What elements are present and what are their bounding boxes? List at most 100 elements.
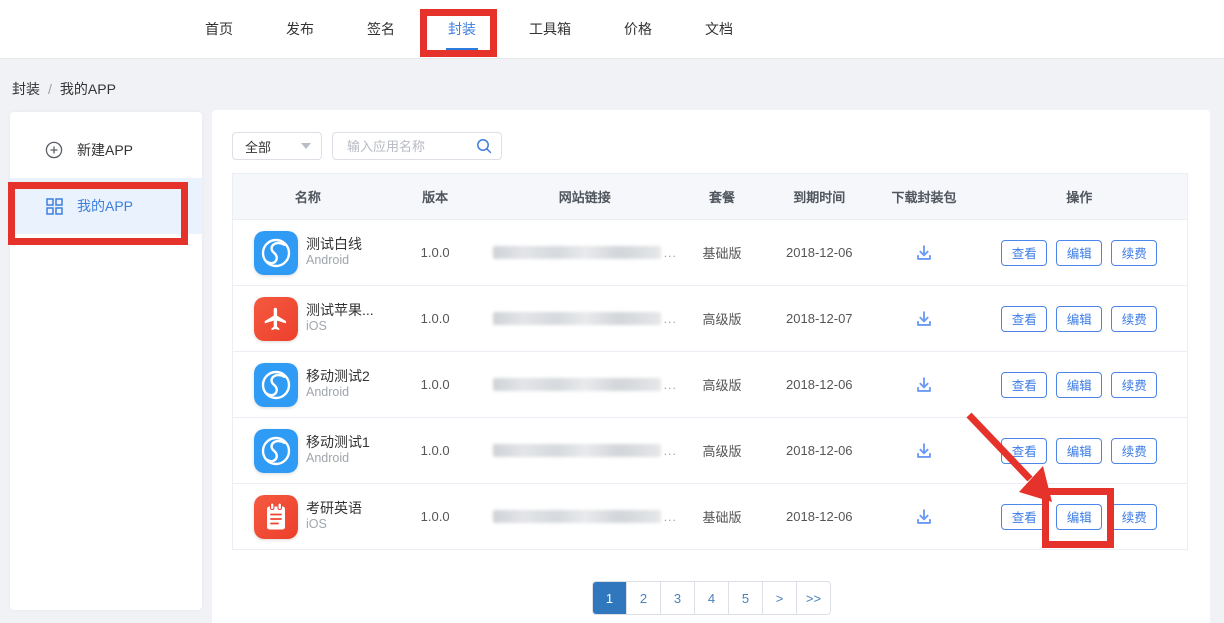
download-icon[interactable]: [912, 307, 936, 331]
search-icon[interactable]: [475, 137, 493, 155]
app-version: 1.0.0: [383, 509, 488, 524]
filter-row: 全部: [232, 132, 502, 160]
main-panel: 全部 名称 版本 网站链接 套餐 到期时间 下载封装包 操作: [212, 110, 1210, 623]
search-input[interactable]: [345, 138, 475, 155]
table-row: 移动测试2 Android 1.0.0 ... 高级版 2018-12-06 查…: [233, 352, 1187, 418]
sidebar-item-label: 新建APP: [77, 140, 133, 160]
view-button[interactable]: 查看: [1001, 438, 1047, 464]
expiry-date: 2018-12-07: [762, 311, 877, 326]
plan-label: 高级版: [682, 309, 762, 328]
plan-label: 高级版: [682, 375, 762, 394]
page-5[interactable]: 5: [729, 582, 763, 614]
edit-button[interactable]: 编辑: [1056, 240, 1102, 266]
nav-item-publish[interactable]: 发布: [286, 13, 314, 45]
table-row: 测试苹果... iOS 1.0.0 ... 高级版 2018-12-07 查看 …: [233, 286, 1187, 352]
nav-item-price[interactable]: 价格: [624, 13, 652, 45]
nav-menu: 首页 发布 签名 封装 工具箱 价格 文档: [0, 0, 1224, 58]
view-button[interactable]: 查看: [1001, 372, 1047, 398]
col-header-plan: 套餐: [682, 187, 762, 206]
top-navbar: 首页 发布 签名 封装 工具箱 价格 文档: [0, 0, 1224, 59]
app-version: 1.0.0: [383, 377, 488, 392]
edit-button[interactable]: 编辑: [1056, 306, 1102, 332]
page: 首页 发布 签名 封装 工具箱 价格 文档 封装/我的APP 新建APP 我的A…: [0, 0, 1224, 623]
breadcrumb-parent[interactable]: 封装: [12, 81, 40, 97]
nav-item-toolbox[interactable]: 工具箱: [529, 13, 571, 45]
col-header-expiry: 到期时间: [762, 187, 877, 206]
page-3[interactable]: 3: [661, 582, 695, 614]
nav-item-package-active[interactable]: 封装: [448, 13, 476, 45]
table-row: 移动测试1 Android 1.0.0 ... 高级版 2018-12-06 查…: [233, 418, 1187, 484]
col-header-name: 名称: [233, 187, 383, 206]
app-version: 1.0.0: [383, 245, 488, 260]
grid-icon: [45, 197, 63, 215]
website-link-redacted: ...: [488, 510, 683, 524]
s-logo-app-icon: [254, 231, 298, 275]
renew-button[interactable]: 续费: [1111, 240, 1157, 266]
nav-item-sign[interactable]: 签名: [367, 13, 395, 45]
s-logo-app-icon: [254, 429, 298, 473]
s-logo-app-icon: [254, 363, 298, 407]
page-4[interactable]: 4: [695, 582, 729, 614]
view-button[interactable]: 查看: [1001, 240, 1047, 266]
app-name: 测试苹果...: [306, 302, 374, 320]
renew-button[interactable]: 续费: [1111, 504, 1157, 530]
download-icon[interactable]: [912, 505, 936, 529]
page-next[interactable]: >: [763, 582, 797, 614]
expiry-date: 2018-12-06: [762, 377, 877, 392]
notepad-app-icon: [254, 495, 298, 539]
app-version: 1.0.0: [383, 311, 488, 326]
renew-button[interactable]: 续费: [1111, 372, 1157, 398]
app-platform: Android: [306, 253, 362, 269]
sidebar-item-label: 我的APP: [77, 196, 133, 216]
page-1[interactable]: 1: [593, 582, 627, 614]
app-platform: Android: [306, 385, 370, 401]
page-2[interactable]: 2: [627, 582, 661, 614]
app-platform: Android: [306, 451, 370, 467]
app-name: 考研英语: [306, 500, 362, 518]
download-icon[interactable]: [912, 373, 936, 397]
search-box: [332, 132, 502, 160]
expiry-date: 2018-12-06: [762, 509, 877, 524]
view-button[interactable]: 查看: [1001, 306, 1047, 332]
chevron-down-icon: [301, 143, 311, 149]
plan-label: 基础版: [682, 507, 762, 526]
category-select[interactable]: 全部: [232, 132, 322, 160]
expiry-date: 2018-12-06: [762, 443, 877, 458]
page-last[interactable]: >>: [797, 582, 830, 614]
website-link-redacted: ...: [488, 378, 683, 392]
plan-label: 基础版: [682, 243, 762, 262]
nav-item-docs[interactable]: 文档: [705, 13, 733, 45]
nav-item-home[interactable]: 首页: [205, 13, 233, 45]
download-icon[interactable]: [912, 241, 936, 265]
plus-circle-icon: [45, 141, 63, 159]
plane-app-icon: [254, 297, 298, 341]
sidebar-item-new-app[interactable]: 新建APP: [10, 122, 202, 178]
apps-table: 名称 版本 网站链接 套餐 到期时间 下载封装包 操作 测试白线 Android…: [232, 173, 1188, 550]
expiry-date: 2018-12-06: [762, 245, 877, 260]
edit-button[interactable]: 编辑: [1056, 372, 1102, 398]
website-link-redacted: ...: [488, 444, 683, 458]
col-header-download: 下载封装包: [877, 187, 972, 206]
col-header-actions: 操作: [971, 187, 1187, 206]
sidebar: 新建APP 我的APP: [10, 112, 202, 610]
website-link-redacted: ...: [488, 246, 683, 260]
view-button[interactable]: 查看: [1001, 504, 1047, 530]
app-name: 测试白线: [306, 236, 362, 254]
edit-button-highlighted[interactable]: 编辑: [1056, 504, 1102, 530]
app-version: 1.0.0: [383, 443, 488, 458]
website-link-redacted: ...: [488, 312, 683, 326]
download-icon[interactable]: [912, 439, 936, 463]
sidebar-item-my-app[interactable]: 我的APP: [10, 178, 202, 234]
table-header: 名称 版本 网站链接 套餐 到期时间 下载封装包 操作: [233, 174, 1187, 220]
breadcrumb-current: 我的APP: [60, 81, 116, 97]
renew-button[interactable]: 续费: [1111, 438, 1157, 464]
pagination: 1 2 3 4 5 > >>: [592, 581, 831, 615]
col-header-version: 版本: [383, 187, 488, 206]
edit-button[interactable]: 编辑: [1056, 438, 1102, 464]
app-platform: iOS: [306, 319, 374, 335]
app-name: 移动测试2: [306, 368, 370, 386]
category-select-value: 全部: [245, 137, 271, 156]
table-row: 考研英语 iOS 1.0.0 ... 基础版 2018-12-06 查看 编辑 …: [233, 484, 1187, 549]
renew-button[interactable]: 续费: [1111, 306, 1157, 332]
breadcrumb: 封装/我的APP: [12, 79, 116, 99]
